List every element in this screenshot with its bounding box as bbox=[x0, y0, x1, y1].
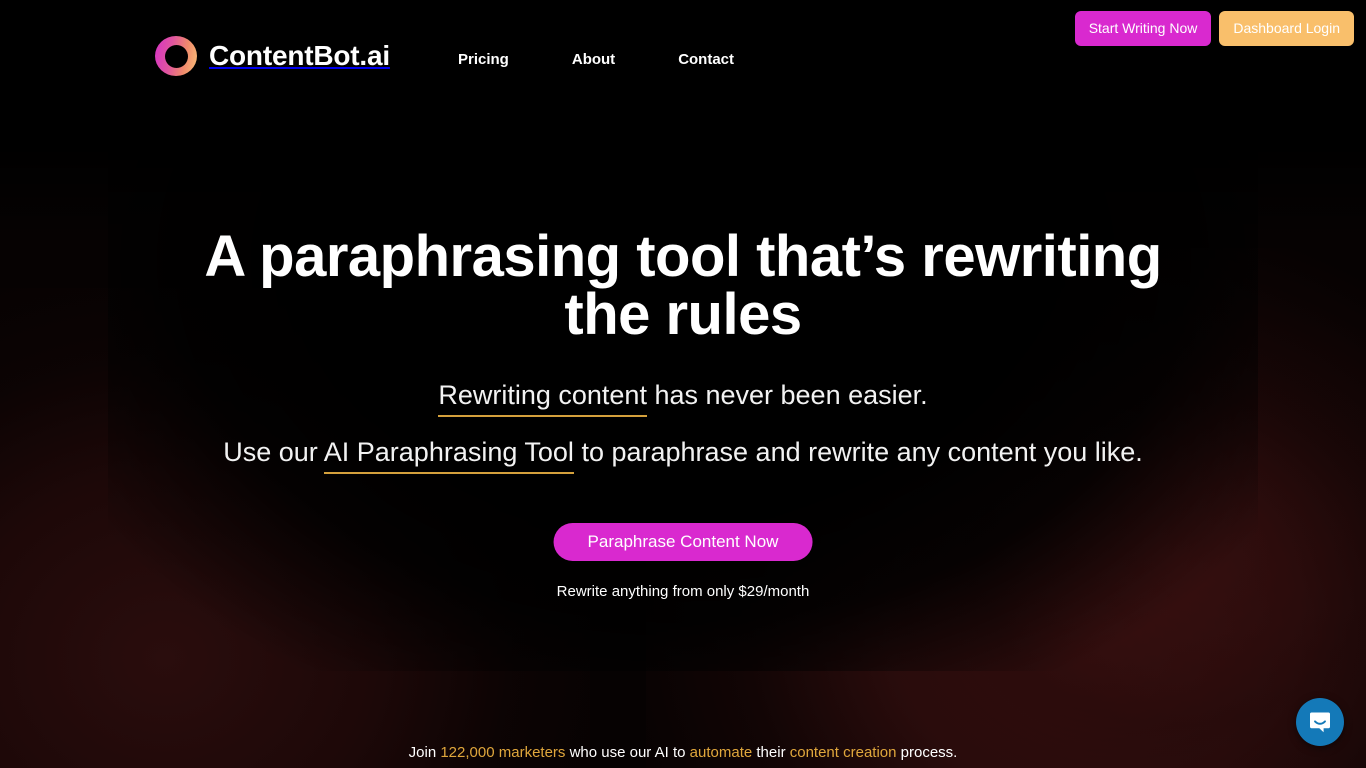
hero-subtitle-2-prefix: Use our bbox=[223, 437, 324, 467]
paraphrase-content-now-button[interactable]: Paraphrase Content Now bbox=[553, 523, 813, 561]
hero-highlight-rewriting-content: Rewriting content bbox=[438, 380, 647, 417]
start-writing-button[interactable]: Start Writing Now bbox=[1074, 11, 1212, 46]
hero-subtitle-2-rest: to paraphrase and rewrite any content yo… bbox=[573, 437, 1143, 467]
social-proof-text: Join 122,000 marketers who use our AI to… bbox=[409, 744, 958, 761]
hero-subtitle-line-1: Rewriting content has never been easier. bbox=[133, 380, 1233, 417]
hero-section: A paraphrasing tool that’s rewriting the… bbox=[0, 0, 1366, 768]
nav-item-about[interactable]: About bbox=[572, 51, 615, 68]
nav-item-contact[interactable]: Contact bbox=[678, 51, 734, 68]
nav-item-pricing[interactable]: Pricing bbox=[458, 51, 509, 68]
site-header: ContentBot.ai Pricing About Contact Star… bbox=[0, 0, 1366, 96]
social-proof-part-3: their bbox=[752, 744, 790, 761]
social-proof-count: 122,000 marketers bbox=[440, 744, 566, 761]
social-proof-part-2: who use our AI to bbox=[565, 744, 690, 761]
ring-hole bbox=[164, 44, 188, 68]
social-proof-part-4: process. bbox=[896, 744, 958, 761]
social-proof-highlight-automate: automate bbox=[689, 744, 753, 761]
hero-subtitle-1-rest: has never been easier. bbox=[646, 380, 928, 410]
pricing-note: Rewrite anything from only $29/month bbox=[556, 583, 810, 600]
social-proof-part-1: Join bbox=[408, 744, 441, 761]
brand-name: ContentBot.ai bbox=[209, 40, 390, 71]
header-actions: Start Writing Now Dashboard Login bbox=[1074, 11, 1354, 46]
hero-highlight-ai-paraphrasing-tool: AI Paraphrasing Tool bbox=[323, 437, 574, 474]
social-proof-highlight-content-creation: content creation bbox=[789, 744, 897, 761]
gradient-ring-icon bbox=[155, 36, 197, 76]
chat-widget-button[interactable] bbox=[1296, 698, 1344, 746]
hero-subtitle-line-2: Use our AI Paraphrasing Tool to paraphra… bbox=[83, 437, 1283, 474]
primary-nav: Pricing About Contact bbox=[458, 51, 734, 68]
chat-bubble-icon bbox=[1310, 712, 1330, 733]
dashboard-login-button[interactable]: Dashboard Login bbox=[1219, 11, 1354, 46]
brand-logo-link[interactable]: ContentBot.ai bbox=[155, 36, 390, 76]
page-title: A paraphrasing tool that’s rewriting the… bbox=[204, 224, 1162, 347]
